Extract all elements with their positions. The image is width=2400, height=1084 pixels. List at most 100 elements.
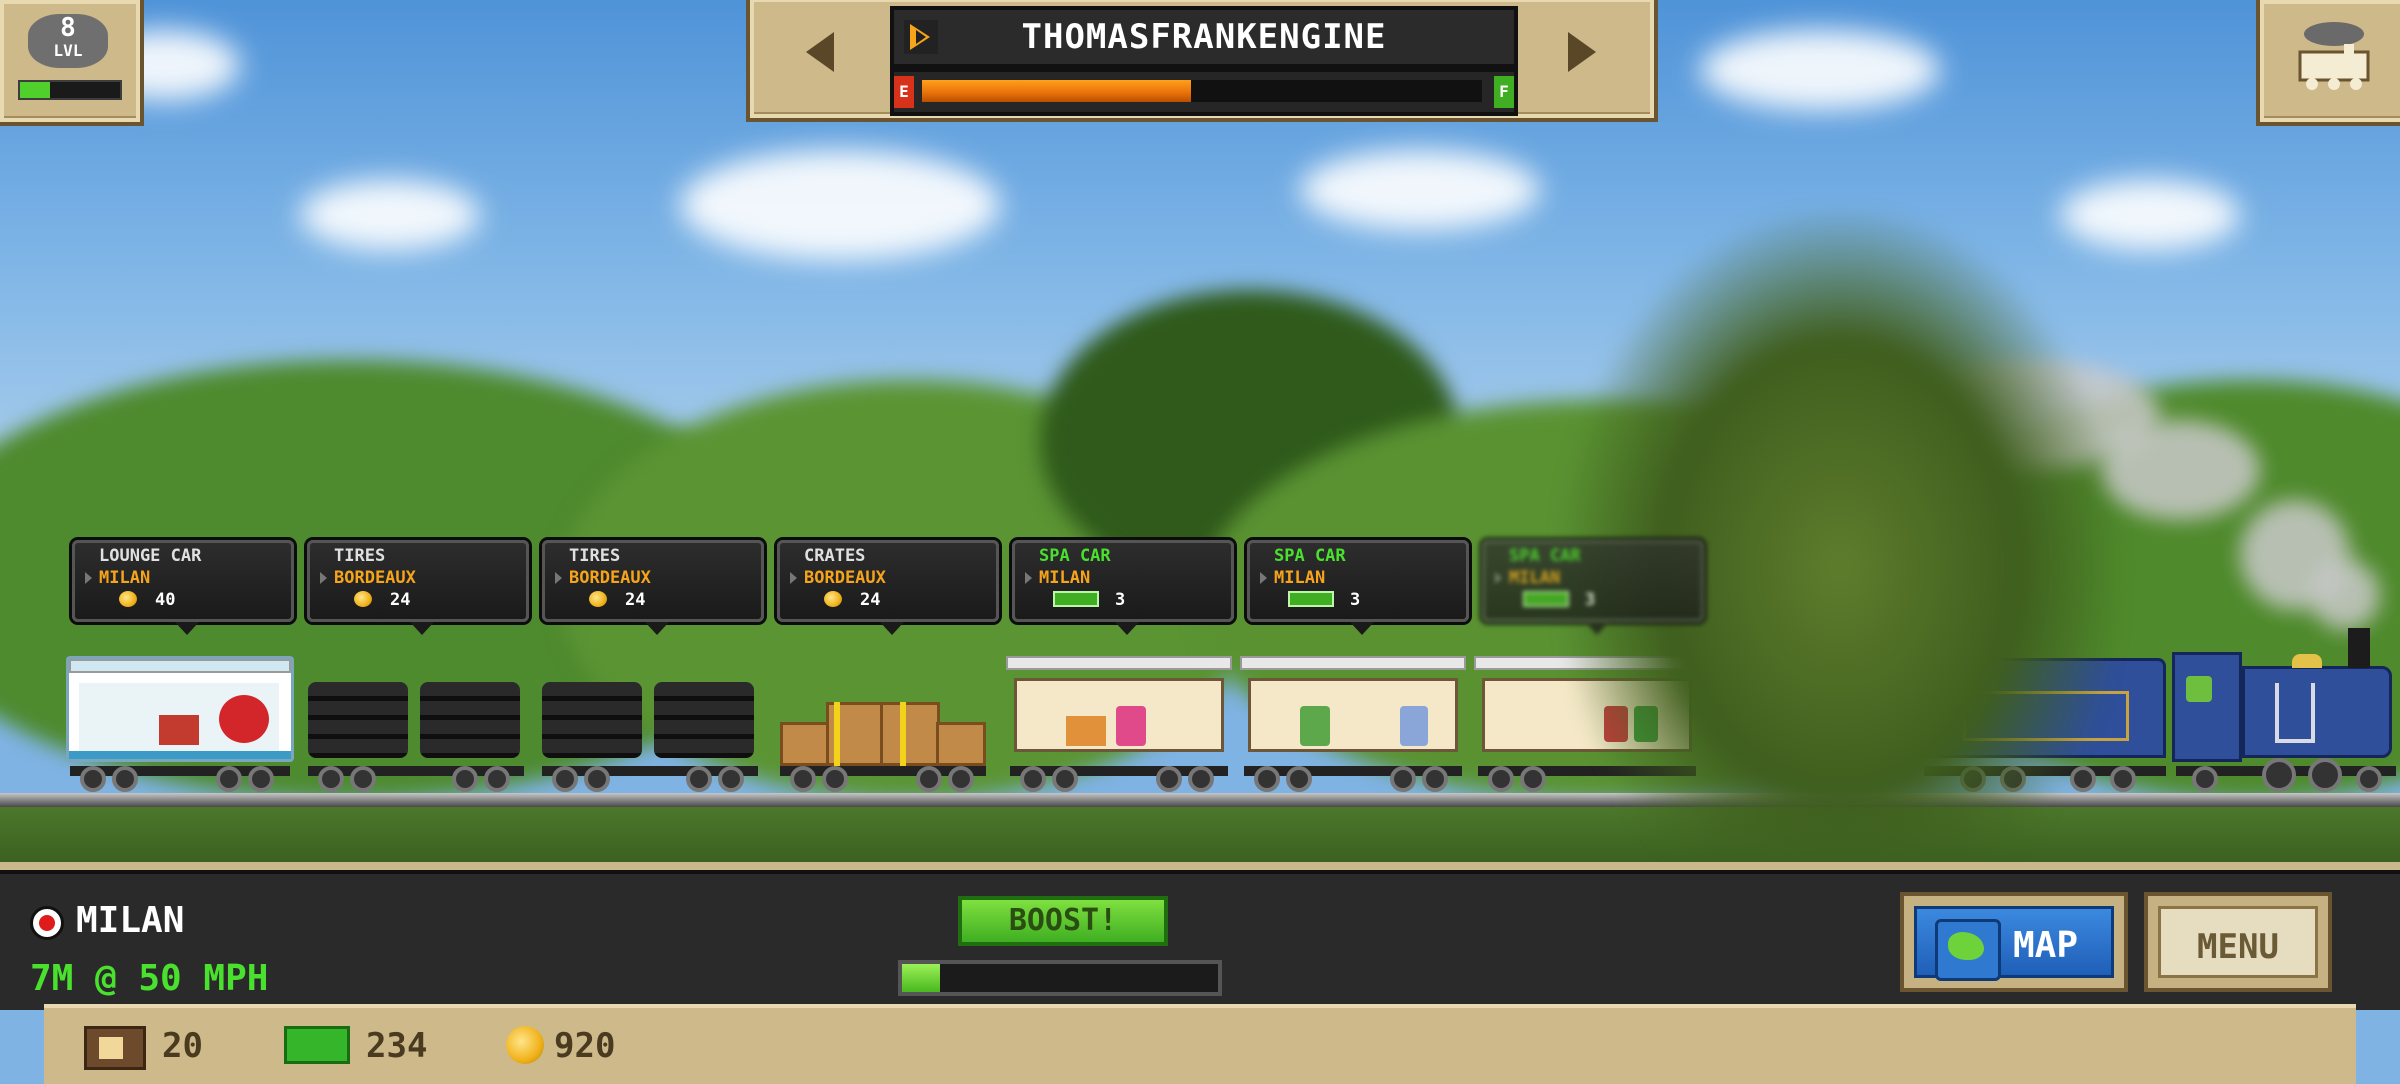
car-reward-value: 24: [625, 590, 646, 610]
cloud: [1300, 150, 1540, 230]
boost-button[interactable]: BOOST!: [958, 896, 1168, 946]
car-info-label[interactable]: LOUNGE CAR MILAN 40: [72, 540, 294, 635]
passenger: [1400, 706, 1428, 746]
menu-button[interactable]: MENU: [2144, 892, 2332, 992]
crate: [780, 722, 830, 766]
destination-pin-icon: [1025, 572, 1032, 584]
car-type-label: TIRES: [569, 546, 621, 566]
wheel: [916, 766, 942, 792]
arrow-right-icon: [1568, 32, 1596, 72]
steam-smoke: [2310, 560, 2380, 630]
map-label: MAP: [2013, 925, 2079, 966]
coin-icon: [119, 591, 137, 607]
car-info-label[interactable]: TIRES BORDEAUX 24: [542, 540, 764, 635]
car-body: [1006, 656, 1232, 762]
destination-pin-icon: [1495, 572, 1502, 584]
steam-engine[interactable]: [2172, 628, 2400, 792]
lounge-decor: [219, 695, 269, 743]
car-info-label[interactable]: SPA CAR MILAN 3: [1482, 540, 1704, 635]
car-destination: MILAN: [99, 568, 151, 588]
bux-count: 20: [162, 1026, 203, 1066]
level-number: 8: [60, 13, 76, 43]
cloud: [1700, 30, 1940, 110]
car-reward-value: 24: [860, 590, 881, 610]
coin-icon: [506, 1026, 544, 1064]
wheel: [80, 766, 106, 792]
current-station: MILAN: [76, 900, 185, 941]
steam-smoke: [2100, 420, 2260, 520]
train-car-spa[interactable]: [1240, 652, 1466, 792]
cash-icon: [284, 1026, 350, 1064]
car-type-label: SPA CAR: [1039, 546, 1111, 566]
car-reward-value: 3: [1585, 590, 1596, 610]
car-info-label[interactable]: CRATES BORDEAUX 24: [777, 540, 999, 635]
car-body: [1240, 656, 1466, 762]
wheel: [1488, 766, 1514, 792]
car-type-label: SPA CAR: [1509, 546, 1581, 566]
xp-progress-fill: [20, 82, 50, 98]
train-selector: THOMASFRANKENGINE E F: [746, 0, 1658, 122]
car-info-label[interactable]: TIRES BORDEAUX 24: [307, 540, 529, 635]
previous-train-button[interactable]: [762, 8, 882, 96]
destination-pin-icon: [555, 572, 562, 584]
passenger-icon: [1288, 591, 1334, 607]
train-car-spa[interactable]: [1006, 652, 1232, 792]
level-panel[interactable]: 8 LVL: [0, 0, 144, 126]
engineer: [2186, 676, 2212, 702]
car-type-label: TIRES: [334, 546, 386, 566]
destination-pin-icon: [320, 572, 327, 584]
map-icon: [1935, 919, 2001, 981]
wheel: [350, 766, 376, 792]
car-info-label[interactable]: SPA CAR MILAN 3: [1247, 540, 1469, 635]
passenger-icon: [1053, 591, 1099, 607]
tire-stack: [654, 682, 754, 758]
crate: [936, 722, 986, 766]
tire-stack: [542, 682, 642, 758]
wheel: [484, 766, 510, 792]
depot-button[interactable]: [2256, 0, 2400, 126]
passenger: [1300, 706, 1330, 746]
fuel-fill: [922, 80, 1191, 102]
engine-cab: [2172, 652, 2242, 762]
menu-label: MENU: [2197, 927, 2279, 967]
train-car-tires[interactable]: [538, 652, 762, 792]
passenger-icon: [1523, 591, 1569, 607]
smokestack: [2348, 628, 2370, 668]
wheel: [2192, 766, 2218, 792]
wheel: [790, 766, 816, 792]
tire-stack: [308, 682, 408, 758]
bux-icon: [84, 1026, 146, 1070]
car-destination: BORDEAUX: [334, 568, 416, 588]
crate: [880, 702, 940, 766]
map-button[interactable]: MAP: [1900, 892, 2128, 992]
coin-icon: [354, 591, 372, 607]
level-label: LVL: [53, 41, 83, 60]
next-train-button[interactable]: [1522, 8, 1642, 96]
boost-progress-fill: [902, 964, 940, 992]
car-type-label: CRATES: [804, 546, 866, 566]
train-car-tires[interactable]: [304, 652, 528, 792]
xp-progress-bar: [18, 80, 122, 100]
car-destination: BORDEAUX: [569, 568, 651, 588]
wheel: [318, 766, 344, 792]
destination-pin-icon: [1260, 572, 1267, 584]
car-destination: MILAN: [1039, 568, 1091, 588]
train-car-crates[interactable]: [776, 652, 990, 792]
car-type-label: LOUNGE CAR: [99, 546, 202, 566]
wheel: [452, 766, 478, 792]
passenger: [159, 715, 199, 745]
car-info-label[interactable]: SPA CAR MILAN 3: [1012, 540, 1234, 635]
train-depot-icon: [2298, 22, 2370, 90]
coin-icon: [589, 591, 607, 607]
wheel: [1020, 766, 1046, 792]
car-roof: [69, 659, 291, 673]
train-car-lounge[interactable]: [66, 652, 294, 792]
wheel: [1052, 766, 1078, 792]
car-stripe: [69, 751, 291, 759]
boiler-trim: [2275, 683, 2315, 743]
coin-count: 920: [554, 1026, 616, 1066]
train-name: THOMASFRANKENGINE: [1021, 17, 1387, 57]
eta-speed-text: 7M @ 50 MPH: [30, 958, 269, 999]
fuel-gauge: E F: [890, 68, 1518, 116]
car-reward-value: 3: [1115, 590, 1126, 610]
